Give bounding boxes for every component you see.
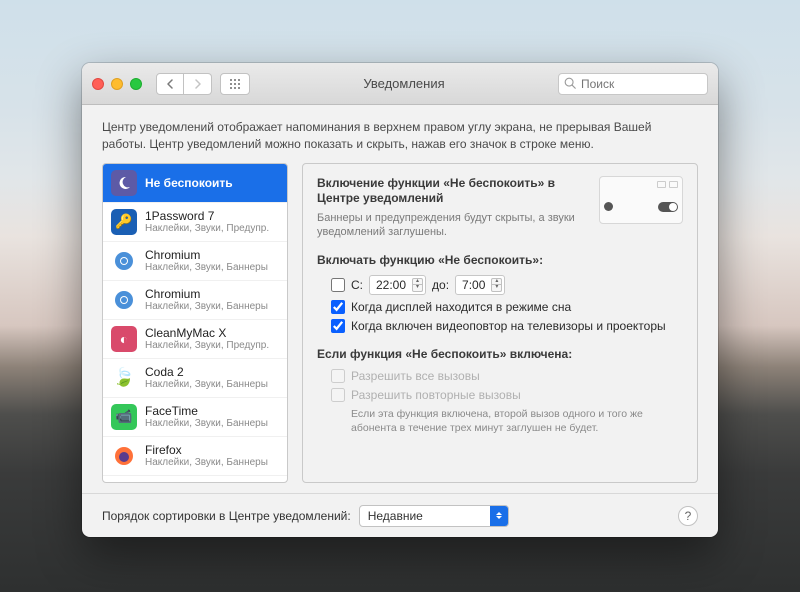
- schedule-enable-checkbox[interactable]: [331, 278, 345, 292]
- chrome-icon: [111, 248, 137, 274]
- to-label: до:: [432, 278, 449, 292]
- firefox-icon: [111, 443, 137, 469]
- sidebar-item-title: Chromium: [145, 287, 268, 301]
- allow-repeat-calls-checkbox: [331, 388, 345, 402]
- sidebar-item-sub: Наклейки, Звуки, Баннеры: [145, 418, 268, 429]
- from-time-field[interactable]: 22:00 ▴▾: [369, 275, 426, 295]
- sidebar-item[interactable]: 🚜ForkLiftНаклейки, Звуки, Баннеры: [103, 476, 287, 482]
- sort-select[interactable]: Недавние: [359, 505, 509, 527]
- titlebar: Уведомления: [82, 63, 718, 105]
- sidebar-item[interactable]: FirefoxНаклейки, Звуки, Баннеры: [103, 437, 287, 476]
- sidebar-item-sub: Наклейки, Звуки, Баннеры: [145, 301, 268, 312]
- sidebar-item-sub: Наклейки, Звуки, Баннеры: [145, 379, 268, 390]
- sidebar-item-sub: Наклейки, Звуки, Баннеры: [145, 457, 268, 468]
- cmm-icon: ◐: [111, 326, 137, 352]
- sidebar-item[interactable]: ChromiumНаклейки, Звуки, Баннеры: [103, 281, 287, 320]
- moon-icon: [604, 202, 613, 211]
- pane-desc: Баннеры и предупреждения будут скрыты, а…: [317, 211, 587, 240]
- sidebar-item-title: Firefox: [145, 443, 268, 457]
- close-window-button[interactable]: [92, 78, 104, 90]
- select-arrows-icon: [490, 506, 508, 526]
- show-all-button[interactable]: [220, 73, 250, 95]
- sidebar-item-title: CleanMyMac X: [145, 326, 269, 340]
- moon-icon: [111, 170, 137, 196]
- to-time-stepper[interactable]: ▴▾: [491, 278, 502, 292]
- back-button[interactable]: [156, 73, 184, 95]
- zoom-window-button[interactable]: [130, 78, 142, 90]
- allow-all-calls-label: Разрешить все вызовы: [351, 369, 480, 383]
- main-area: Не беспокоить🔑1Password 7Наклейки, Звуки…: [82, 163, 718, 493]
- sort-label: Порядок сортировки в Центре уведомлений:: [102, 509, 351, 523]
- to-time-field[interactable]: 7:00 ▴▾: [455, 275, 505, 295]
- sidebar-item-sub: Наклейки, Звуки, Предупр.: [145, 223, 269, 234]
- sidebar-item-title: Coda 2: [145, 365, 268, 379]
- sidebar-item-sub: Наклейки, Звуки, Баннеры: [145, 262, 268, 273]
- sidebar-item-title: Chromium: [145, 248, 268, 262]
- sleep-checkbox[interactable]: [331, 300, 345, 314]
- sidebar-item-title: FaceTime: [145, 404, 268, 418]
- from-time-value: 22:00: [372, 278, 410, 292]
- pane-heading: Включение функции «Не беспокоить» в Цент…: [317, 176, 587, 207]
- allow-all-calls-checkbox: [331, 369, 345, 383]
- grid-icon: [229, 78, 241, 90]
- minimize-window-button[interactable]: [111, 78, 123, 90]
- search-icon: [563, 76, 577, 90]
- preferences-window: Уведомления Центр уведомлений отображает…: [82, 63, 718, 537]
- leaf-icon: 🍃: [111, 365, 137, 391]
- sidebar-item-sub: Наклейки, Звуки, Предупр.: [145, 340, 269, 351]
- from-time-stepper[interactable]: ▴▾: [412, 278, 423, 292]
- sleep-label: Когда дисплей находится в режиме сна: [351, 300, 571, 314]
- sidebar-item[interactable]: 🍃 Coda 2Наклейки, Звуки, Баннеры: [103, 359, 287, 398]
- key-icon: 🔑: [111, 209, 137, 235]
- intro-text: Центр уведомлений отображает напоминания…: [82, 105, 718, 163]
- repeat-hint: Если эта функция включена, второй вызов …: [351, 408, 683, 435]
- sidebar-item[interactable]: 🔑 1Password 7Наклейки, Звуки, Предупр.: [103, 203, 287, 242]
- search-input[interactable]: [558, 73, 708, 95]
- help-button[interactable]: ?: [678, 506, 698, 526]
- when-on-title: Если функция «Не беспокоить» включена:: [317, 347, 683, 361]
- sidebar-item[interactable]: 📹 FaceTimeНаклейки, Звуки, Баннеры: [103, 398, 287, 437]
- to-time-value: 7:00: [458, 278, 489, 292]
- sidebar-item[interactable]: ◐ CleanMyMac XНаклейки, Звуки, Предупр.: [103, 320, 287, 359]
- sidebar-item-title: 1Password 7: [145, 209, 269, 223]
- switch-icon: [658, 202, 678, 212]
- from-label: С:: [351, 278, 363, 292]
- sort-value: Недавние: [360, 509, 490, 523]
- mirror-checkbox[interactable]: [331, 319, 345, 333]
- video-icon: 📹: [111, 404, 137, 430]
- allow-repeat-calls-label: Разрешить повторные вызовы: [351, 388, 521, 402]
- window-title: Уведомления: [258, 76, 550, 91]
- settings-pane: Включение функции «Не беспокоить» в Цент…: [302, 163, 698, 483]
- app-list[interactable]: Не беспокоить🔑1Password 7Наклейки, Звуки…: [102, 163, 288, 483]
- schedule-title: Включать функцию «Не беспокоить»:: [317, 253, 683, 267]
- mirror-label: Когда включен видеоповтор на телевизоры …: [351, 319, 666, 333]
- forward-button[interactable]: [184, 73, 212, 95]
- sidebar-item[interactable]: Не беспокоить: [103, 164, 287, 203]
- chrome-icon: [111, 287, 137, 313]
- sidebar-item-title: Не беспокоить: [145, 176, 233, 190]
- nav-buttons: [156, 73, 212, 95]
- search-field-wrap: [558, 73, 708, 95]
- notification-center-preview: [599, 176, 683, 224]
- footer: Порядок сортировки в Центре уведомлений:…: [82, 493, 718, 537]
- traffic-lights: [92, 78, 142, 90]
- sidebar-item[interactable]: ChromiumНаклейки, Звуки, Баннеры: [103, 242, 287, 281]
